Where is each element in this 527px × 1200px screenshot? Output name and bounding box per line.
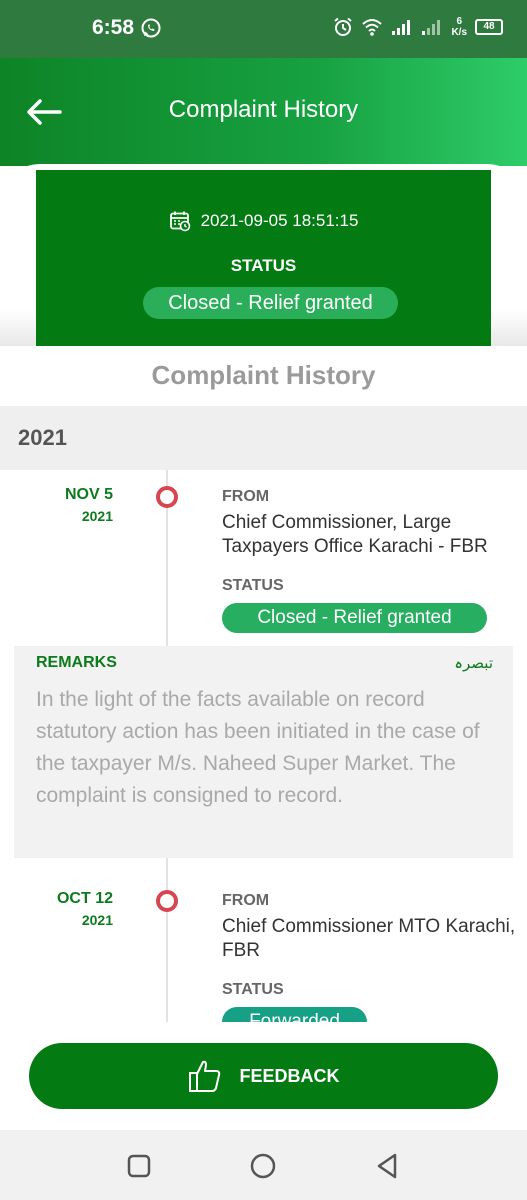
app-header: Complaint History (0, 58, 527, 166)
system-nav-bar (0, 1130, 527, 1200)
year-header: 2021 (0, 406, 527, 470)
status-label: STATUS (222, 577, 284, 594)
remarks-label-urdu: تبصرہ (454, 654, 493, 672)
wifi-icon (362, 19, 383, 36)
timeline-line (166, 858, 168, 1028)
status-time: 6:58 (92, 16, 135, 39)
complaint-datetime: 2021-09-05 18:51:15 (200, 211, 359, 230)
signal-icon (392, 20, 411, 35)
summary-card: 2021-09-05 18:51:15 STATUS Closed - Reli… (36, 170, 491, 346)
page-title: Complaint History (168, 96, 359, 123)
status-badge: Closed - Relief granted (222, 603, 487, 633)
battery-icon: 48 (475, 19, 503, 35)
status-bar: 6:58 6 K/s 48 (0, 0, 527, 58)
net-speed: 6 K/s (451, 16, 467, 38)
signal-icon-2 (422, 20, 441, 35)
feedback-button[interactable]: FEEDBACK (29, 1043, 498, 1109)
whatsapp-icon (141, 18, 161, 38)
from-value: Chief Commissioner, Large Taxpayers Offi… (222, 512, 488, 557)
remarks-panel: REMARKS تبصرہ In the light of the facts … (14, 646, 513, 858)
from-label: FROM (222, 488, 270, 505)
remarks-label: REMARKS (36, 654, 117, 671)
entry-date: NOV 5 2021 (64, 486, 113, 524)
card-area: 2021-09-05 18:51:15 STATUS Closed - Reli… (0, 164, 527, 346)
timeline-dot (156, 890, 178, 912)
back-icon[interactable] (372, 1150, 404, 1182)
remarks-text: In the light of the facts available on r… (36, 688, 480, 807)
date-row: 2021-09-05 18:51:15 (36, 210, 491, 232)
from-label: FROM (222, 892, 270, 909)
home-icon[interactable] (247, 1150, 279, 1182)
alarm-icon (334, 17, 353, 36)
status-icons: 6 K/s 48 (333, 16, 503, 38)
entry-date: OCT 12 2021 (56, 890, 113, 928)
status-badge: Closed - Relief granted (143, 287, 398, 319)
status-label: STATUS (230, 256, 297, 275)
from-value: Chief Commissioner MTO Karachi, FBR (222, 916, 516, 961)
status-label: STATUS (222, 981, 284, 998)
timeline-dot (156, 486, 178, 508)
feedback-label: FEEDBACK (239, 1065, 340, 1086)
recent-apps-icon[interactable] (123, 1150, 155, 1182)
thumbs-up-icon (189, 1060, 221, 1092)
calendar-icon (169, 211, 190, 232)
section-title: Complaint History (0, 346, 527, 406)
